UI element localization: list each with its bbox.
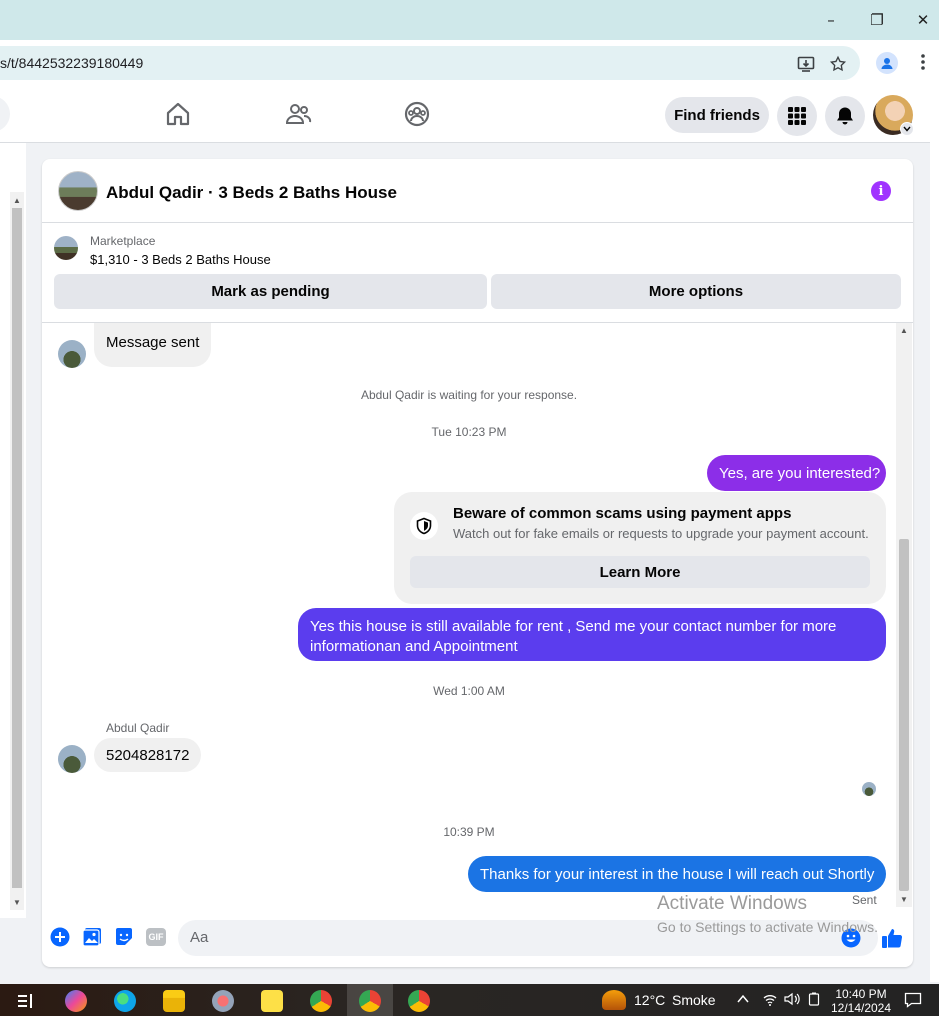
more-options-button[interactable]: More options	[491, 274, 901, 309]
url-text: s/t/8442532239180449	[0, 55, 144, 71]
notifications-button[interactable]	[825, 96, 865, 136]
activate-windows-watermark: Activate Windows Go to Settings to activ…	[657, 893, 878, 935]
shield-icon	[410, 512, 438, 540]
search-box[interactable]	[0, 96, 10, 132]
notification-center-icon[interactable]	[904, 992, 922, 1011]
battery-icon[interactable]	[808, 992, 820, 1009]
message-bubble-outgoing: Yes this house is still available for re…	[298, 608, 886, 661]
menu-grid-button[interactable]	[777, 96, 817, 136]
scam-warning-title: Beware of common scams using payment app…	[453, 505, 792, 522]
clock-date: 12/14/2024	[830, 1001, 892, 1015]
chat-scroll-down-icon[interactable]: ▼	[900, 895, 908, 904]
chevron-down-icon[interactable]	[900, 122, 914, 136]
message-bubble-outgoing: Thanks for your interest in the house I …	[468, 856, 886, 892]
timestamp: Tue 10:23 PM	[431, 425, 507, 439]
gif-icon[interactable]: GIF	[146, 927, 166, 947]
watermark-line2: Go to Settings to activate Windows.	[657, 919, 878, 935]
windows-taskbar: 12°C Smoke 10:40 PM 12/14/2024	[0, 984, 939, 1016]
sender-name: Abdul Qadir	[106, 721, 170, 735]
profile-icon[interactable]	[876, 52, 898, 74]
volume-icon[interactable]	[784, 992, 800, 1009]
copilot-icon[interactable]	[65, 990, 87, 1012]
close-button[interactable]: ✕	[908, 8, 938, 32]
task-view-icon[interactable]	[16, 992, 36, 1010]
waiting-notice: Abdul Qadir is waiting for your response…	[360, 388, 578, 402]
chat-header: Abdul Qadir · 3 Beds 2 Baths House i	[42, 159, 913, 223]
chrome-icon[interactable]	[408, 990, 430, 1012]
watermark-line1: Activate Windows	[657, 893, 807, 914]
paint-icon[interactable]	[212, 990, 234, 1012]
left-scroll-down-icon[interactable]: ▼	[13, 898, 21, 907]
weather-icon[interactable]	[602, 990, 626, 1010]
chat-scrollbar-thumb[interactable]	[899, 539, 909, 891]
friends-icon[interactable]	[284, 100, 312, 128]
browser-titlebar: – ❐ ✕	[0, 0, 939, 40]
seen-avatar	[862, 782, 876, 796]
groups-icon[interactable]	[403, 100, 431, 128]
file-explorer-icon[interactable]	[163, 990, 185, 1012]
chat-scroll-up-icon[interactable]: ▲	[900, 326, 908, 335]
left-scroll-up-icon[interactable]: ▲	[13, 196, 21, 205]
sticky-notes-icon[interactable]	[261, 990, 283, 1012]
bookmark-star-icon[interactable]	[828, 54, 848, 74]
message-list: Message sent Abdul Qadir is waiting for …	[42, 323, 913, 907]
clock-time: 10:40 PM	[835, 987, 887, 1001]
edge-browser-icon[interactable]	[114, 990, 136, 1012]
grid-icon	[788, 107, 806, 125]
left-scrollbar-thumb[interactable]	[12, 208, 22, 888]
thumbs-up-icon[interactable]	[880, 926, 904, 950]
mark-as-pending-button[interactable]: Mark as pending	[54, 274, 487, 309]
plus-icon[interactable]	[50, 927, 70, 947]
wifi-icon[interactable]	[763, 993, 777, 1009]
gif-label: GIF	[146, 928, 166, 946]
sticker-icon[interactable]	[114, 927, 134, 947]
minimize-button[interactable]: –	[816, 8, 846, 32]
find-friends-button[interactable]: Find friends	[665, 97, 769, 133]
info-icon[interactable]: i	[871, 181, 891, 201]
conversation-title[interactable]: Abdul Qadir · 3 Beds 2 Baths House	[106, 183, 397, 203]
restore-button[interactable]: ❐	[862, 8, 892, 32]
weather-temp[interactable]: 12°C	[634, 992, 665, 1008]
sender-avatar[interactable]	[58, 340, 86, 368]
facebook-top-nav: Find friends	[0, 86, 939, 143]
chat-window: Abdul Qadir · 3 Beds 2 Baths House i Mar…	[42, 159, 913, 967]
scam-warning-card: Beware of common scams using payment app…	[394, 492, 886, 604]
message-bubble-incoming: 5204828172	[94, 738, 202, 772]
chrome-icon[interactable]	[359, 990, 381, 1012]
message-bubble-incoming: Message sent	[94, 323, 212, 367]
message-bubble-outgoing: Yes, are you interested?	[707, 455, 886, 491]
home-icon[interactable]	[164, 100, 192, 128]
timestamp: 10:39 PM	[443, 825, 495, 839]
browser-menu-icon[interactable]	[913, 52, 933, 72]
weather-desc[interactable]: Smoke	[672, 992, 716, 1008]
address-bar[interactable]: s/t/8442532239180449	[0, 46, 860, 80]
right-page-strip	[930, 86, 939, 982]
learn-more-button[interactable]: Learn More	[410, 556, 870, 588]
marketplace-listing-banner: Marketplace $1,310 - 3 Beds 2 Baths Hous…	[42, 223, 913, 323]
browser-toolbar: s/t/8442532239180449	[0, 40, 939, 86]
photo-icon[interactable]	[82, 927, 102, 947]
sender-avatar[interactable]	[58, 745, 86, 773]
conversation-avatar[interactable]	[58, 171, 98, 211]
system-clock[interactable]: 10:40 PM 12/14/2024	[828, 987, 894, 1015]
listing-thumbnail[interactable]	[54, 236, 78, 260]
chrome-icon[interactable]	[310, 990, 332, 1012]
bell-icon	[837, 107, 853, 125]
timestamp: Wed 1:00 AM	[433, 684, 505, 698]
install-app-icon[interactable]	[796, 54, 816, 74]
tray-chevron-up-icon[interactable]	[737, 991, 749, 1007]
listing-source: Marketplace	[90, 234, 156, 248]
listing-price-title[interactable]: $1,310 - 3 Beds 2 Baths House	[90, 252, 271, 267]
scam-warning-subtitle: Watch out for fake emails or requests to…	[453, 526, 869, 541]
